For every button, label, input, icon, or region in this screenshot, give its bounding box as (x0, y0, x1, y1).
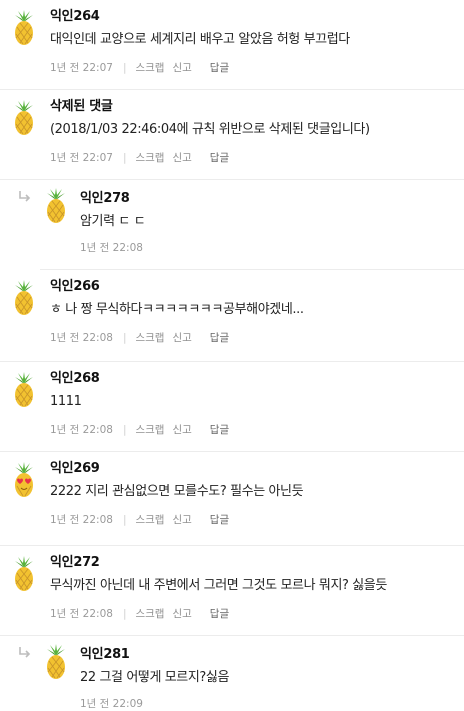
meta-divider: | (122, 62, 127, 74)
comment-timestamp: 1년 전 22:08 (50, 608, 113, 620)
meta-divider: | (122, 514, 127, 526)
pineapple-heart-eyes-icon (10, 462, 38, 498)
comment-nickname: 익인278 (80, 191, 130, 206)
pineapple-icon (10, 10, 38, 46)
reply-comment-item: 익인281 22 그걸 어떻게 모르지?싫음 1년 전 22:09 (40, 636, 464, 711)
comment-timestamp: 1년 전 22:08 (50, 514, 113, 526)
comment-nickname: 익인264 (50, 9, 100, 24)
comment-body: 익인278 암기력 ㄷ ㄷ 1년 전 22:08 (80, 190, 460, 255)
comment-item: 익인264 대익인데 교양으로 세계지리 배우고 알았음 허헝 부끄럽다 1년 … (0, 0, 464, 90)
scrap-button[interactable]: 스크랩 (135, 332, 164, 344)
comment-timestamp: 1년 전 22:08 (50, 424, 113, 436)
comment-body: 익인264 대익인데 교양으로 세계지리 배우고 알았음 허헝 부끄럽다 1년 … (50, 8, 460, 75)
scrap-button[interactable]: 스크랩 (135, 152, 164, 164)
report-button[interactable]: 신고 (172, 514, 191, 526)
comment-text: ㅎ 나 짱 무식하다ㅋㅋㅋㅋㅋㅋㅋ공부해야겠네... (50, 302, 304, 317)
comment-text: 암기력 ㄷ ㄷ (80, 214, 146, 229)
comment-meta: 1년 전 22:08 | 스크랩 신고 답글 (50, 513, 460, 527)
pineapple-icon (10, 280, 38, 316)
pineapple-icon (42, 188, 70, 224)
comment-item: 익인266 ㅎ 나 짱 무식하다ㅋㅋㅋㅋㅋㅋㅋ공부해야겠네... 1년 전 22… (0, 270, 464, 362)
meta-divider: | (122, 152, 127, 164)
comment-meta: 1년 전 22:08 | 스크랩 신고 답글 (50, 607, 460, 621)
comment-body: 익인281 22 그걸 어떻게 모르지?싫음 1년 전 22:09 (80, 646, 460, 711)
report-button[interactable]: 신고 (172, 152, 191, 164)
comment-item: 익인268 1111 1년 전 22:08 | 스크랩 신고 답글 (0, 362, 464, 452)
scrap-button[interactable]: 스크랩 (135, 608, 164, 620)
scrap-button[interactable]: 스크랩 (135, 62, 164, 74)
reply-button[interactable]: 답글 (210, 424, 229, 436)
pineapple-icon (10, 100, 38, 136)
comment-text: 대익인데 교양으로 세계지리 배우고 알았음 허헝 부끄럽다 (50, 32, 350, 47)
pineapple-icon (42, 644, 70, 680)
comment-nickname: 삭제된 댓글 (50, 99, 113, 114)
comment-nickname: 익인281 (80, 647, 130, 662)
reply-button[interactable]: 답글 (210, 514, 229, 526)
comment-nickname: 익인272 (50, 555, 100, 570)
comment-body: 익인268 1111 1년 전 22:08 | 스크랩 신고 답글 (50, 370, 460, 437)
comment-item: 삭제된 댓글 (2018/1/03 22:46:04에 규칙 위반으로 삭제된 … (0, 90, 464, 180)
meta-divider: | (122, 332, 127, 344)
comment-body: 삭제된 댓글 (2018/1/03 22:46:04에 규칙 위반으로 삭제된 … (50, 98, 460, 165)
comment-meta: 1년 전 22:07 | 스크랩 신고 답글 (50, 61, 460, 75)
meta-divider: | (122, 424, 127, 436)
comment-item: 익인272 무식까진 아닌데 내 주변에서 그러면 그것도 모르나 뭐지? 싫을… (0, 546, 464, 636)
comment-text: (2018/1/03 22:46:04에 규칙 위반으로 삭제된 댓글입니다) (50, 122, 370, 137)
comment-body: 익인269 2222 지리 관심없으면 모를수도? 필수는 아닌듯 1년 전 2… (50, 460, 460, 527)
comment-meta: 1년 전 22:08 | 스크랩 신고 답글 (50, 331, 460, 345)
pineapple-icon (10, 372, 38, 408)
meta-divider: | (122, 608, 127, 620)
comment-text: 1111 (50, 394, 82, 409)
comment-nickname: 익인268 (50, 371, 100, 386)
reply-arrow-icon (18, 190, 32, 204)
comment-text: 22 그걸 어떻게 모르지?싫음 (80, 670, 230, 685)
reply-button[interactable]: 답글 (210, 332, 229, 344)
report-button[interactable]: 신고 (172, 424, 191, 436)
reply-comment-item: 익인278 암기력 ㄷ ㄷ 1년 전 22:08 (40, 180, 464, 270)
comment-timestamp: 1년 전 22:07 (50, 152, 113, 164)
comment-timestamp: 1년 전 22:08 (80, 242, 143, 254)
reply-button[interactable]: 답글 (210, 152, 229, 164)
comment-text: 무식까진 아닌데 내 주변에서 그러면 그것도 모르나 뭐지? 싫을듯 (50, 578, 387, 593)
report-button[interactable]: 신고 (172, 332, 191, 344)
reply-button[interactable]: 답글 (210, 608, 229, 620)
scrap-button[interactable]: 스크랩 (135, 514, 164, 526)
comment-text: 2222 지리 관심없으면 모를수도? 필수는 아닌듯 (50, 484, 304, 499)
comment-meta: 1년 전 22:08 | 스크랩 신고 답글 (50, 423, 460, 437)
reply-button[interactable]: 답글 (210, 62, 229, 74)
comment-meta: 1년 전 22:07 | 스크랩 신고 답글 (50, 151, 460, 165)
pineapple-icon (10, 556, 38, 592)
scrap-button[interactable]: 스크랩 (135, 424, 164, 436)
comment-timestamp: 1년 전 22:09 (80, 698, 143, 710)
comment-nickname: 익인266 (50, 279, 100, 294)
comment-meta: 1년 전 22:08 (80, 241, 460, 255)
report-button[interactable]: 신고 (172, 62, 191, 74)
reply-arrow-icon (18, 646, 32, 660)
comment-timestamp: 1년 전 22:08 (50, 332, 113, 344)
comment-nickname: 익인269 (50, 461, 100, 476)
comment-body: 익인272 무식까진 아닌데 내 주변에서 그러면 그것도 모르나 뭐지? 싫을… (50, 554, 460, 621)
comment-timestamp: 1년 전 22:07 (50, 62, 113, 74)
report-button[interactable]: 신고 (172, 608, 191, 620)
comment-item: 익인269 2222 지리 관심없으면 모를수도? 필수는 아닌듯 1년 전 2… (0, 452, 464, 546)
comment-list: 익인264 대익인데 교양으로 세계지리 배우고 알았음 허헝 부끄럽다 1년 … (0, 0, 464, 711)
comment-body: 익인266 ㅎ 나 짱 무식하다ㅋㅋㅋㅋㅋㅋㅋ공부해야겠네... 1년 전 22… (50, 278, 460, 345)
